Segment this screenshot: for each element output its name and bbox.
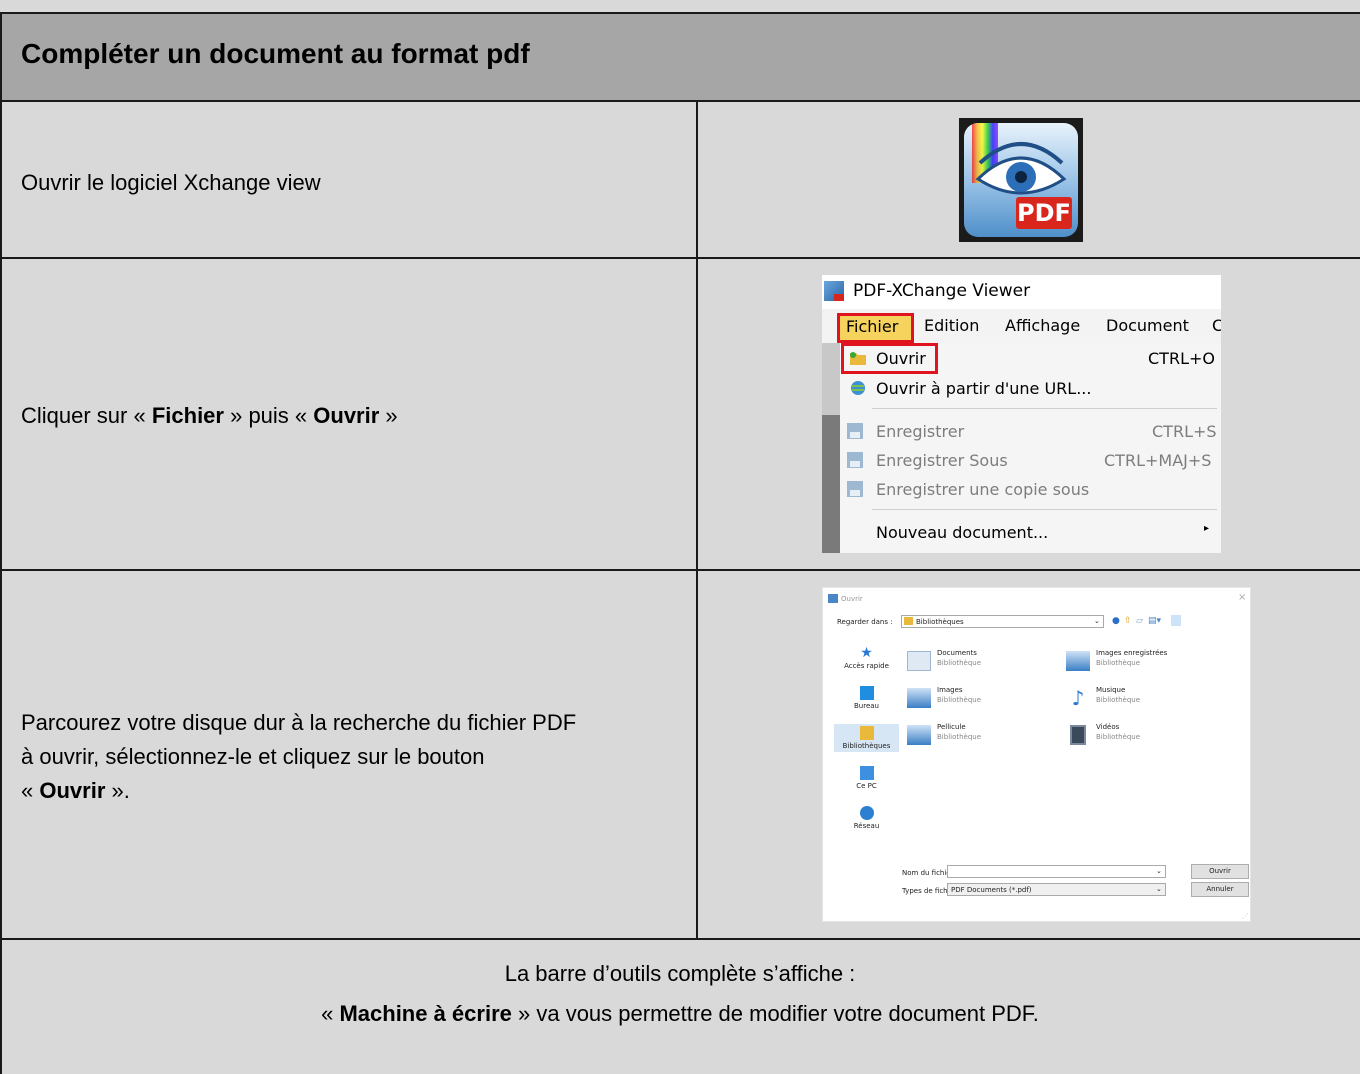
step-2-text: Cliquer sur « Fichier » puis « Ouvrir » [21, 403, 398, 428]
menu-item-enregistrer-sous[interactable]: Enregistrer Sous [876, 451, 1008, 470]
step-1-text: Ouvrir le logiciel Xchange view [21, 170, 321, 195]
table-border-left [0, 12, 2, 1074]
menu-item-nouveau-document[interactable]: Nouveau document... [876, 523, 1048, 542]
resize-grip-icon[interactable]: ⋰ [1242, 912, 1249, 920]
menu-item-enregistrer[interactable]: Enregistrer [876, 422, 964, 441]
chevron-down-icon: ⌄ [1094, 617, 1100, 625]
look-in-value: Bibliothèques [916, 618, 964, 626]
shortcut-ouvrir: CTRL+O [1148, 349, 1215, 368]
step-3-line3: « Ouvrir ». [21, 778, 130, 803]
new-folder-icon[interactable]: ▱ [1136, 616, 1143, 626]
library-images-enregistrees[interactable]: Images enregistrées Bibliothèque [1066, 649, 1246, 677]
place-acces-rapide[interactable]: ★ Accès rapide [834, 646, 899, 670]
view-menu-icon[interactable]: ▤▾ [1148, 616, 1161, 626]
globe-icon [851, 381, 865, 395]
chevron-down-icon: ⌄ [1156, 885, 1162, 893]
dialog-app-icon [828, 594, 838, 603]
library-documents[interactable]: Documents Bibliothèque [907, 649, 1087, 677]
footer-line2: « Machine à écrire » va vous permettre d… [321, 1001, 1039, 1026]
menu-item-ouvrir[interactable]: Ouvrir [876, 349, 926, 368]
page-title: Compléter un document au format pdf [21, 38, 530, 69]
network-icon [859, 806, 874, 820]
shortcut-enregistrer-sous: CTRL+MAJ+S [1104, 451, 1212, 470]
place-reseau[interactable]: Réseau [834, 806, 899, 830]
footer-line1: La barre d’outils complète s’affiche : [504, 961, 856, 986]
table-border-row3 [0, 938, 1360, 940]
music-library-icon: ♪ [1071, 686, 1085, 710]
view-toggle-icon[interactable] [1171, 615, 1181, 626]
place-bureau[interactable]: Bureau [834, 686, 899, 710]
videos-library-icon [1070, 725, 1086, 745]
menu-more[interactable]: C [1212, 316, 1221, 335]
up-folder-icon[interactable]: ⇧ [1124, 616, 1132, 626]
save-as-icon [847, 452, 863, 468]
open-button[interactable]: Ouvrir [1191, 864, 1249, 879]
camera-roll-library-icon [907, 725, 931, 745]
menu-document[interactable]: Document [1106, 316, 1189, 335]
menu-separator [872, 509, 1217, 510]
save-icon [847, 423, 863, 439]
document-page: Compléter un document au format pdf Ouvr… [0, 0, 1360, 1074]
xchange-viewer-app-icon: PDF [959, 118, 1083, 242]
pdf-badge: PDF [1016, 197, 1072, 229]
menu-fichier-label: Fichier [846, 317, 899, 336]
place-bibliotheques[interactable]: Bibliothèques [834, 724, 899, 752]
file-menu-screenshot: PDF-XChange Viewer Fichier Edition Affic… [822, 275, 1221, 553]
library-pellicule[interactable]: Pellicule Bibliothèque [907, 723, 1087, 751]
pictures-library-icon [907, 688, 931, 708]
place-ce-pc[interactable]: Ce PC [834, 766, 899, 790]
chevron-down-icon: ⌄ [1156, 867, 1162, 875]
look-in-select[interactable]: Bibliothèques ⌄ [901, 615, 1104, 628]
filename-input[interactable]: ⌄ [947, 865, 1166, 878]
open-folder-icon [850, 352, 866, 365]
library-images[interactable]: Images Bibliothèque [907, 686, 1087, 714]
places-bar: ★ Accès rapide Bureau Bibliothèques Ce P… [834, 638, 899, 888]
table-border-row1 [0, 257, 1360, 259]
close-icon[interactable]: × [1238, 592, 1246, 603]
menu-edition[interactable]: Edition [924, 316, 979, 335]
menu-item-ouvrir-url[interactable]: Ouvrir à partir d'une URL... [876, 379, 1091, 398]
sidebar-strip [822, 343, 840, 553]
back-icon[interactable]: ● [1112, 616, 1120, 626]
window-title: PDF-XChange Viewer [853, 281, 1031, 301]
library-videos[interactable]: Vidéos Bibliothèque [1066, 723, 1246, 751]
window-titlebar: PDF-XChange Viewer [822, 275, 1221, 309]
filetype-select[interactable]: PDF Documents (*.pdf) ⌄ [947, 883, 1166, 896]
filetype-value: PDF Documents (*.pdf) [951, 886, 1032, 894]
table-border-header [0, 100, 1360, 102]
table-border-top [0, 12, 1360, 14]
file-list: Documents Bibliothèque Images enregistré… [901, 638, 1241, 858]
menu-affichage[interactable]: Affichage [1005, 316, 1080, 335]
menu-separator [872, 408, 1217, 409]
file-menu-dropdown [840, 343, 1221, 553]
step-3-line1: Parcourez votre disque dur à la recherch… [21, 710, 577, 735]
table-border-row2 [0, 569, 1360, 571]
dialog-title: Ouvrir [841, 595, 863, 603]
computer-icon [859, 766, 874, 780]
app-icon [824, 281, 844, 301]
look-in-label: Regarder dans : [837, 618, 893, 626]
shortcut-enregistrer: CTRL+S [1152, 422, 1217, 441]
cancel-button[interactable]: Annuler [1191, 882, 1249, 897]
open-dialog-screenshot: Ouvrir × Regarder dans : Bibliothèques ⌄… [822, 587, 1251, 922]
desktop-icon [859, 686, 874, 700]
library-musique[interactable]: ♪ Musique Bibliothèque [1066, 686, 1246, 714]
libraries-icon [859, 726, 874, 740]
submenu-arrow-icon: ▸ [1204, 523, 1210, 534]
star-icon: ★ [860, 645, 873, 661]
menu-item-enregistrer-copie[interactable]: Enregistrer une copie sous [876, 480, 1089, 499]
step-3-line2: à ouvrir, sélectionnez-le et cliquez sur… [21, 744, 485, 769]
documents-library-icon [907, 651, 931, 671]
saved-pictures-library-icon [1066, 651, 1090, 671]
table-border-middle [696, 101, 698, 939]
save-copy-icon [847, 481, 863, 497]
